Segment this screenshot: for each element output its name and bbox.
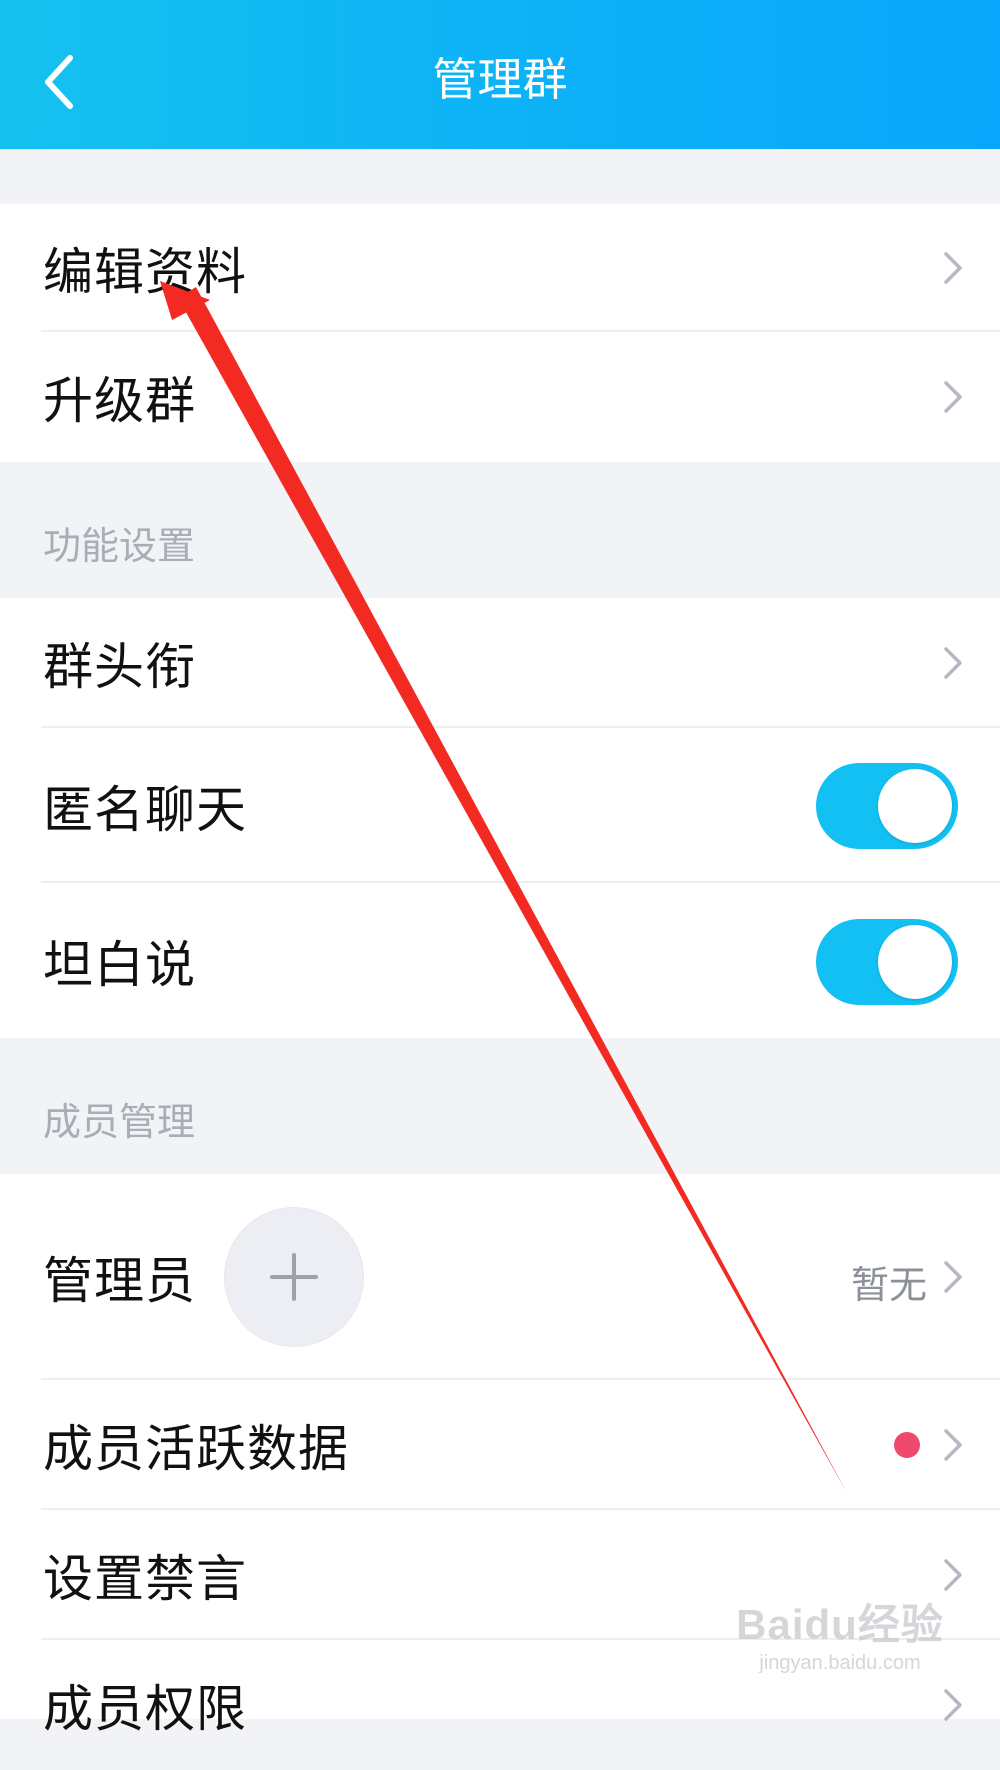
row-label: 设置禁言 [43, 1550, 247, 1608]
chevron-right-icon [944, 252, 962, 284]
top-spacer [0, 149, 1000, 204]
row-anonymous-chat: 匿名聊天 [0, 728, 1000, 883]
toggle-knob [878, 925, 952, 999]
admin-count-value: 暂无 [850, 1263, 927, 1307]
row-label: 成员权限 [43, 1680, 247, 1738]
page-title: 管理群 [432, 53, 568, 106]
row-member-activity[interactable]: 成员活跃数据 [0, 1380, 1000, 1510]
add-admin-button[interactable] [225, 1208, 363, 1346]
row-upgrade-group[interactable]: 升级群 [0, 332, 1000, 462]
anonymous-chat-toggle[interactable] [816, 763, 958, 849]
section-title: 成员管理 [43, 1100, 196, 1144]
basic-settings-group: 编辑资料 升级群 [0, 204, 1000, 462]
chevron-right-icon [944, 1261, 962, 1293]
row-admins[interactable]: 管理员 暂无 [0, 1174, 1000, 1380]
function-settings-group: 群头衔 匿名聊天 坦白说 [0, 598, 1000, 1038]
row-label: 群头衔 [43, 638, 196, 696]
row-label: 编辑资料 [43, 243, 247, 301]
row-label: 管理员 [43, 1252, 196, 1310]
row-label: 成员活跃数据 [43, 1420, 349, 1478]
section-title: 功能设置 [43, 524, 196, 568]
plus-icon [270, 1253, 318, 1301]
watermark-url: jingyan.baidu.com [759, 1652, 921, 1674]
red-dot-badge [894, 1432, 920, 1458]
row-group-title[interactable]: 群头衔 [0, 598, 1000, 728]
row-label: 坦白说 [43, 935, 196, 994]
chevron-right-icon [944, 381, 962, 413]
section-header-members: 成员管理 [0, 1038, 1000, 1174]
chevron-right-icon [944, 647, 962, 679]
honest-talk-toggle[interactable] [816, 919, 958, 1005]
chevron-right-icon [944, 1559, 962, 1591]
row-label: 匿名聊天 [43, 780, 247, 839]
row-honest-talk: 坦白说 [0, 883, 1000, 1038]
title-bar: 管理群 [0, 0, 1000, 149]
row-edit-profile[interactable]: 编辑资料 [0, 204, 1000, 332]
chevron-right-icon [944, 1429, 962, 1461]
toggle-knob [878, 769, 952, 843]
baidu-watermark: Baidu经验 jingyan.baidu.com [720, 1591, 960, 1701]
row-label: 升级群 [43, 372, 196, 430]
watermark-brand: Baidu经验 [736, 1601, 944, 1648]
section-header-function: 功能设置 [0, 462, 1000, 598]
